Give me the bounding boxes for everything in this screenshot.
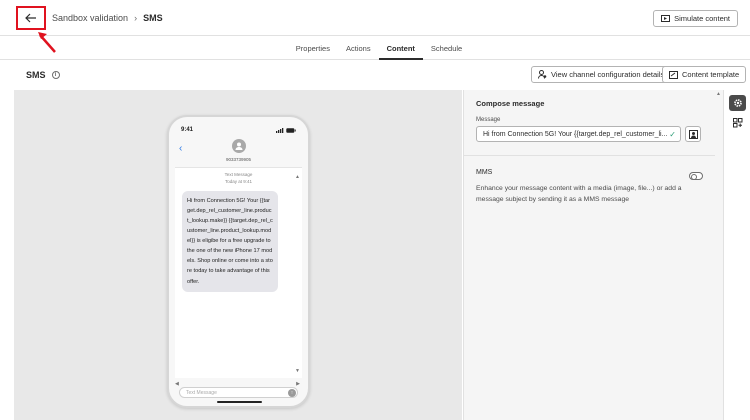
phone-compose-field: Text Message ↑	[179, 387, 298, 398]
breadcrumb: Sandbox validation › SMS	[52, 13, 163, 23]
simulate-content-label: Simulate content	[674, 14, 730, 23]
phone-preview: 9:41 ‹ 9033739905 Text Message Today at …	[167, 115, 310, 408]
gear-icon	[733, 99, 742, 107]
compose-placeholder: Text Message	[186, 389, 217, 396]
phone-status-bar: 9:41	[181, 127, 296, 133]
simulate-content-button[interactable]: Simulate content	[653, 10, 738, 27]
components-rail-button[interactable]	[729, 115, 746, 131]
user-settings-icon	[538, 70, 547, 79]
arrow-left-icon	[25, 13, 36, 23]
panel-divider	[464, 155, 716, 156]
scroll-up-icon[interactable]: ▲	[295, 174, 300, 180]
breadcrumb-current: SMS	[143, 13, 163, 23]
message-meta: Text Message Today at 9:41	[175, 172, 302, 185]
view-channel-config-button[interactable]: View channel configuration details	[531, 66, 672, 83]
page-title: SMS i	[26, 70, 60, 80]
mms-label: MMS	[476, 169, 493, 176]
phone-time: 9:41	[181, 127, 194, 133]
content-subheader: SMS i View channel configuration details…	[0, 61, 750, 89]
personalization-icon	[688, 129, 698, 139]
compose-heading: Compose message	[476, 99, 545, 108]
personalization-button[interactable]	[685, 126, 701, 142]
simulate-icon	[661, 14, 671, 22]
sms-preview-area: 9:41 ‹ 9033739905 Text Message Today at …	[14, 90, 462, 420]
template-icon	[669, 70, 678, 79]
message-meta-time: Today at 9:41	[224, 178, 253, 184]
message-input[interactable]: Hi from Connection 5G! Your {{target.dep…	[476, 126, 681, 142]
page-title-text: SMS	[26, 70, 46, 80]
components-icon	[732, 118, 742, 128]
back-button[interactable]	[16, 6, 46, 30]
phone-back-icon[interactable]: ‹	[179, 143, 182, 154]
message-field-label: Message	[476, 117, 501, 123]
send-icon: ↑	[288, 389, 296, 397]
panel-scrollbar[interactable]: ▲	[715, 90, 723, 420]
view-channel-config-label: View channel configuration details	[551, 70, 665, 79]
scroll-down-icon[interactable]: ▼	[295, 368, 300, 374]
tab-schedule[interactable]: Schedule	[423, 36, 470, 60]
right-rail	[723, 90, 750, 420]
scroll-right-icon[interactable]: ▶	[296, 381, 300, 387]
breadcrumb-separator: ›	[134, 13, 138, 23]
contact-number: 9033739905	[225, 157, 252, 162]
breadcrumb-parent[interactable]: Sandbox validation	[52, 13, 128, 23]
tab-content[interactable]: Content	[378, 36, 423, 60]
tab-bar: Properties Actions Content Schedule	[0, 36, 750, 60]
compose-panel: Compose message Message Hi from Connecti…	[463, 90, 716, 420]
info-icon[interactable]: i	[51, 71, 60, 79]
content-template-button[interactable]: Content template	[662, 66, 747, 83]
message-input-value: Hi from Connection 5G! Your {{target.dep…	[483, 130, 668, 138]
settings-rail-button[interactable]	[729, 95, 746, 111]
top-bar: Sandbox validation › SMS Simulate conten…	[0, 0, 750, 53]
panel-scroll-up-icon[interactable]: ▲	[716, 91, 721, 97]
mms-description: Enhance your message content with a medi…	[476, 185, 682, 203]
checkmark-icon: ✓	[669, 130, 676, 139]
signal-battery-icon	[276, 127, 296, 133]
tab-actions[interactable]: Actions	[338, 36, 379, 60]
content-template-label: Content template	[682, 70, 740, 79]
tab-properties[interactable]: Properties	[288, 36, 338, 60]
message-thread: Text Message Today at 9:41 Hi from Conne…	[175, 167, 302, 387]
mms-toggle[interactable]	[689, 172, 703, 180]
scroll-left-icon[interactable]: ◀	[175, 381, 179, 387]
contact-avatar	[232, 139, 246, 153]
message-bubble: Hi from Connection 5G! Your {{target.dep…	[182, 191, 278, 292]
home-indicator	[217, 401, 262, 403]
